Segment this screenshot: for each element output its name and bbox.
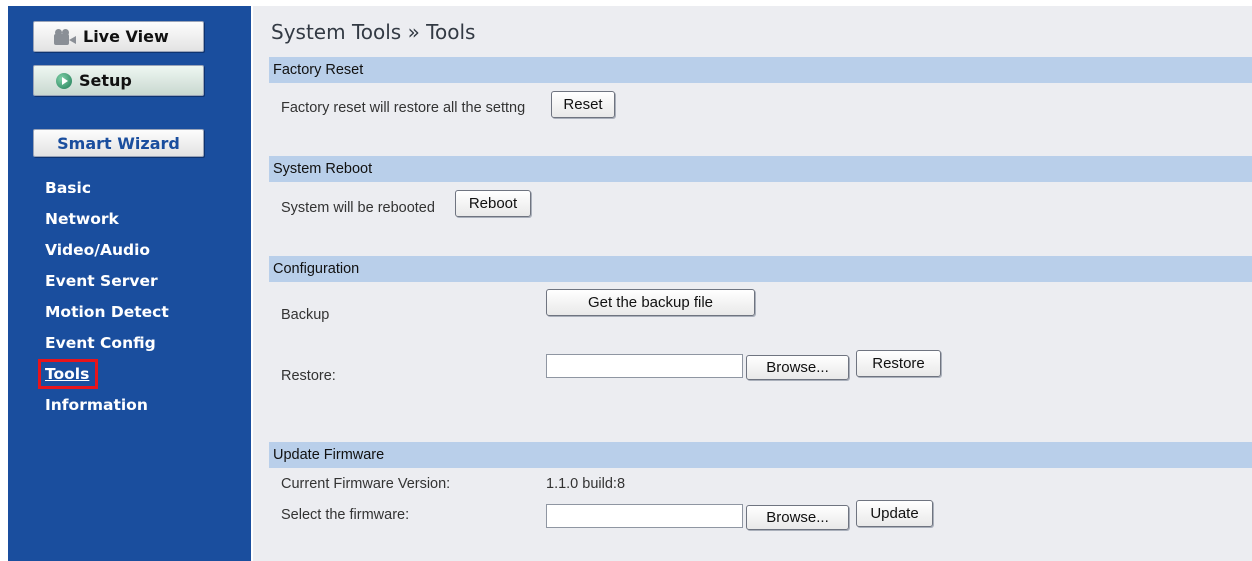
sidebar-item-information[interactable]: Information (45, 393, 169, 424)
reset-button[interactable]: Reset (551, 91, 615, 118)
restore-button[interactable]: Restore (856, 350, 941, 377)
main-content: System Tools » Tools Factory Reset Facto… (253, 6, 1252, 561)
page-title: System Tools » Tools (271, 20, 476, 44)
setup-button[interactable]: Setup (33, 65, 204, 96)
sidebar-item-event-config[interactable]: Event Config (45, 331, 169, 362)
sidebar-item-network[interactable]: Network (45, 207, 169, 238)
firmware-version-value: 1.1.0 build:8 (546, 476, 626, 492)
smart-wizard-button[interactable]: Smart Wizard (33, 129, 204, 157)
sidebar-item-label: Basic (45, 179, 92, 197)
live-view-label: Live View (83, 27, 169, 46)
backup-label: Backup (281, 307, 330, 323)
sidebar-item-label: Video/Audio (45, 241, 151, 259)
update-firmware-header: Update Firmware (269, 442, 1252, 468)
restore-browse-button[interactable]: Browse... (746, 355, 849, 380)
factory-reset-text: Factory reset will restore all the settn… (281, 100, 526, 116)
sidebar-item-motion-detect[interactable]: Motion Detect (45, 300, 169, 331)
system-reboot-header: System Reboot (269, 156, 1252, 182)
firmware-version-label: Current Firmware Version: (281, 476, 451, 492)
restore-file-input[interactable] (546, 354, 743, 378)
sidebar-item-label: Event Config (45, 334, 156, 352)
factory-reset-header: Factory Reset (269, 57, 1252, 83)
select-firmware-label: Select the firmware: (281, 507, 410, 523)
setup-label: Setup (79, 71, 132, 90)
update-button[interactable]: Update (856, 500, 933, 527)
sidebar-item-basic[interactable]: Basic (45, 176, 169, 207)
sidebar-item-label: Network (45, 210, 119, 228)
sidebar-item-label: Motion Detect (45, 303, 169, 321)
camera-icon (54, 28, 76, 45)
configuration-header: Configuration (269, 256, 1252, 282)
reboot-button[interactable]: Reboot (455, 190, 531, 217)
system-reboot-text: System will be rebooted (281, 200, 435, 216)
live-view-button[interactable]: Live View (33, 21, 204, 52)
sidebar-item-event-server[interactable]: Event Server (45, 269, 169, 300)
get-backup-file-button[interactable]: Get the backup file (546, 289, 755, 316)
sidebar-item-tools[interactable]: Tools (38, 359, 169, 393)
sidebar-nav: Basic Network Video/Audio Event Server M… (38, 176, 169, 424)
setup-icon (56, 72, 72, 89)
firmware-file-input[interactable] (546, 504, 743, 528)
restore-label: Restore: (281, 368, 336, 384)
sidebar-item-label: Information (45, 396, 148, 414)
firmware-browse-button[interactable]: Browse... (746, 505, 849, 530)
smart-wizard-label: Smart Wizard (57, 133, 180, 153)
sidebar-item-label: Tools (45, 365, 90, 383)
sidebar: Live View Setup Smart Wizard Basic Netwo… (8, 6, 251, 561)
sidebar-item-video-audio[interactable]: Video/Audio (45, 238, 169, 269)
sidebar-item-label: Event Server (45, 272, 158, 290)
